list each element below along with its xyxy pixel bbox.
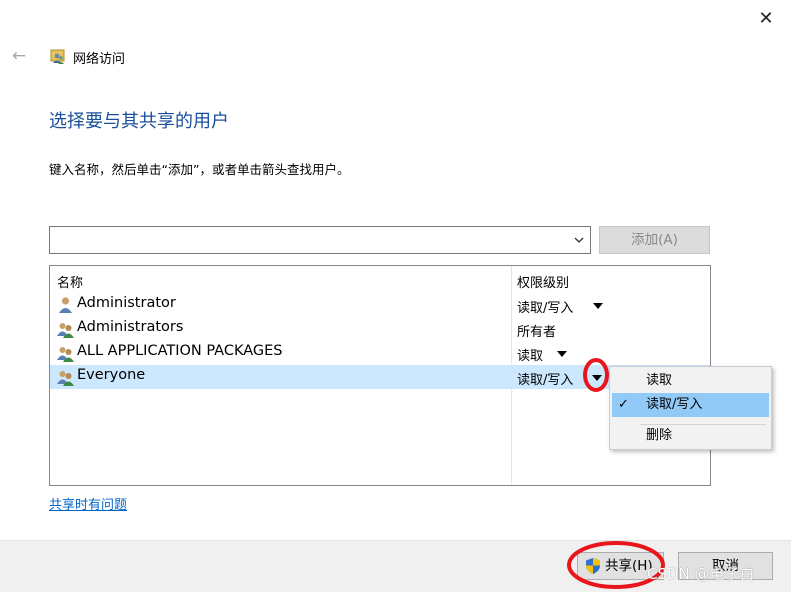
back-button[interactable]: ← (8, 45, 30, 67)
group-users-icon (57, 323, 74, 338)
permission-dropdown-arrow-icon[interactable] (592, 375, 602, 381)
permission-level: 所有者 (517, 325, 557, 340)
list-row-all-application-packages[interactable]: ALL APPLICATION PACKAGES 读取 (50, 341, 710, 365)
checkmark-icon: ✓ (618, 397, 629, 412)
permission-dropdown-arrow-icon[interactable] (557, 351, 567, 357)
group-users-icon (57, 347, 74, 362)
list-row-administrator[interactable]: Administrator 读取/写入 (50, 293, 710, 317)
user-name-combobox[interactable] (49, 226, 591, 254)
menu-item-read[interactable]: 读取 (612, 369, 769, 393)
list-row-administrators[interactable]: Administrators 所有者 (50, 317, 710, 341)
window-title: 网络访问 (73, 52, 126, 67)
menu-item-label: 读取 (646, 373, 673, 388)
permission-dropdown-menu: 读取 ✓ 读取/写入 删除 (609, 366, 772, 450)
column-header-permission[interactable]: 权限级别 (517, 272, 569, 291)
close-button[interactable]: ✕ (752, 6, 780, 32)
user-name: ALL APPLICATION PACKAGES (77, 343, 283, 359)
sharing-help-link[interactable]: 共享时有问题 (49, 494, 127, 513)
share-button-label: 共享(H) (605, 558, 653, 574)
menu-item-read-write[interactable]: ✓ 读取/写入 (612, 393, 769, 417)
chevron-down-icon[interactable] (572, 231, 586, 249)
user-name: Administrator (77, 295, 176, 311)
menu-item-label: 读取/写入 (646, 397, 703, 412)
close-icon: ✕ (758, 8, 774, 29)
menu-item-label: 删除 (646, 428, 673, 443)
user-name: Administrators (77, 319, 184, 335)
column-header-name[interactable]: 名称 (57, 272, 83, 291)
watermark-text: CSDN @电子白 (647, 565, 755, 583)
group-users-icon (57, 371, 74, 386)
permission-level[interactable]: 读取/写入 (517, 369, 573, 388)
menu-item-remove[interactable]: 删除 (612, 424, 769, 448)
permission-level[interactable]: 读取 (517, 345, 543, 364)
permission-level[interactable]: 读取/写入 (517, 297, 573, 316)
add-button[interactable]: 添加(A) (599, 226, 710, 254)
page-heading: 选择要与其共享的用户 (49, 111, 229, 132)
back-arrow-icon: ← (11, 46, 27, 66)
permission-dropdown-arrow-icon[interactable] (593, 303, 603, 309)
uac-shield-icon (586, 558, 600, 574)
instruction-text: 键入名称，然后单击“添加”，或者单击箭头查找用户。 (49, 162, 350, 177)
single-user-icon (59, 297, 72, 313)
network-share-icon (50, 49, 65, 64)
user-name: Everyone (77, 367, 146, 383)
